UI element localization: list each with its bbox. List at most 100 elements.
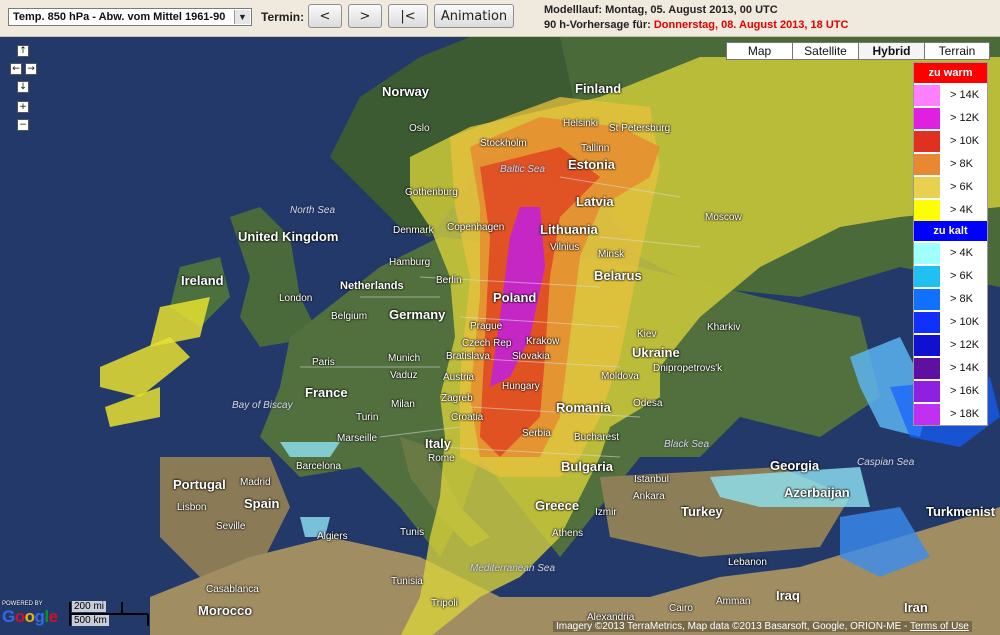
label-moldova: Moldova — [601, 371, 639, 382]
zoom-in-button[interactable]: + — [17, 101, 29, 113]
google-logo-letter: o — [24, 607, 35, 626]
legend-swatch — [914, 357, 940, 379]
map-type-map[interactable]: Map — [726, 42, 793, 60]
label-spain: Spain — [244, 496, 280, 511]
map-type-satellite[interactable]: Satellite — [792, 42, 859, 60]
label-athens: Athens — [552, 528, 584, 539]
label-denmark: Denmark — [393, 225, 434, 236]
label-bucharest: Bucharest — [574, 432, 620, 443]
map-type-terrain[interactable]: Terrain — [924, 42, 990, 60]
legend-row-warm: > 10K — [914, 129, 987, 152]
forecast-prefix: 90 h-Vorhersage für: — [544, 19, 651, 31]
label-hungary: Hungary — [502, 381, 540, 392]
google-logo-letter: e — [48, 607, 58, 626]
legend-row-cold: > 8K — [914, 287, 987, 310]
label-minsk: Minsk — [598, 249, 625, 260]
label-georgia: Georgia — [770, 458, 820, 473]
label-paris: Paris — [312, 357, 335, 368]
label-stockholm: Stockholm — [480, 138, 527, 149]
label-milan: Milan — [391, 399, 415, 410]
legend-swatch — [914, 176, 940, 198]
label-ukraine: Ukraine — [632, 345, 680, 360]
label-tunis: Tunis — [400, 527, 425, 538]
label-belarus: Belarus — [594, 268, 642, 283]
label-france: France — [305, 385, 348, 400]
label-netherlands: Netherlands — [340, 280, 404, 292]
label-caspian-sea: Caspian Sea — [857, 457, 915, 468]
legend-label: > 6K — [950, 181, 973, 193]
label-copenhagen: Copenhagen — [447, 222, 505, 233]
legend-row-warm: > 4K — [914, 198, 987, 221]
label-odesa: Odesa — [633, 398, 663, 409]
legend-row-warm: > 12K — [914, 106, 987, 129]
toolbar: Temp. 850 hPa - Abw. vom Mittel 1961-90 … — [0, 0, 1000, 37]
label-dnipropetrovsk: Dnipropetrovs'k — [653, 363, 723, 374]
arrow-up-icon[interactable]: ↑ — [17, 45, 29, 57]
map-type-hybrid[interactable]: Hybrid — [858, 42, 925, 60]
scale-miles: 200 mi — [72, 601, 107, 612]
legend-row-cold: > 16K — [914, 379, 987, 402]
label-turkey: Turkey — [681, 504, 723, 519]
label-lisbon: Lisbon — [177, 502, 207, 513]
legend-swatch — [914, 265, 940, 287]
next-button[interactable]: > — [348, 4, 382, 28]
animation-button[interactable]: Animation — [434, 4, 514, 28]
label-azerbaijan: Azerbaijan — [784, 485, 850, 500]
label-tunisia: Tunisia — [391, 576, 423, 587]
label-ankara: Ankara — [633, 491, 665, 502]
label-bulgaria: Bulgaria — [561, 459, 614, 474]
legend-row-warm: > 14K — [914, 83, 987, 106]
label-croatia: Croatia — [451, 412, 484, 423]
label-london: London — [279, 293, 313, 304]
label-austria: Austria — [443, 372, 475, 383]
label-iraq: Iraq — [776, 588, 800, 603]
map-base — [0, 37, 1000, 635]
label-marseille: Marseille — [337, 433, 378, 444]
label-ireland: Ireland — [181, 273, 224, 288]
chevron-down-icon[interactable]: ▼ — [234, 10, 250, 24]
label-latvia: Latvia — [576, 194, 614, 209]
legend-warm-title: zu warm — [914, 63, 987, 83]
legend-label: > 8K — [950, 293, 973, 305]
legend-row-warm: > 6K — [914, 175, 987, 198]
terms-of-use-link[interactable]: Terms of Use — [910, 621, 969, 632]
legend-label: > 12K — [950, 112, 980, 124]
label-barcelona: Barcelona — [296, 461, 342, 472]
legend-swatch — [914, 107, 940, 129]
legend-row-cold: > 6K — [914, 264, 987, 287]
field-select-value: Temp. 850 hPa - Abw. vom Mittel 1961-90 — [13, 11, 226, 23]
map-scale: 200 mi 500 km — [68, 600, 150, 628]
legend-swatch — [914, 311, 940, 333]
legend-label: > 10K — [950, 316, 980, 328]
map-view[interactable]: Norway Finland Oslo Helsinki St Petersbu… — [0, 37, 1000, 635]
google-logo-letter: g — [34, 607, 45, 626]
arrow-left-icon[interactable]: ← — [10, 63, 22, 75]
legend-cold-title: zu kalt — [914, 221, 987, 241]
first-button[interactable]: |< — [388, 4, 428, 28]
label-bay-of-biscay: Bay of Biscay — [232, 400, 293, 411]
field-select[interactable]: Temp. 850 hPa - Abw. vom Mittel 1961-90 … — [8, 8, 252, 26]
legend-row-cold: > 18K — [914, 402, 987, 425]
legend-swatch — [914, 199, 940, 221]
label-hamburg: Hamburg — [389, 257, 431, 268]
label-romania: Romania — [556, 400, 611, 415]
legend-label: > 14K — [950, 362, 980, 374]
label-oslo: Oslo — [409, 123, 430, 134]
label-serbia: Serbia — [522, 428, 551, 439]
arrow-right-icon[interactable]: → — [25, 63, 37, 75]
label-czech-rep: Czech Rep — [462, 338, 512, 349]
map-type-control: Map Satellite Hybrid Terrain — [726, 42, 990, 60]
forecast-text: 90 h-Vorhersage für: Donnerstag, 08. Aug… — [544, 19, 848, 31]
label-tallinn: Tallinn — [581, 143, 610, 154]
label-finland: Finland — [575, 81, 622, 96]
label-kiev: Kiev — [637, 329, 657, 340]
arrow-down-icon[interactable]: ↓ — [17, 81, 29, 93]
label-turin: Turin — [356, 412, 379, 423]
google-logo-letter: G — [2, 607, 15, 626]
zoom-out-button[interactable]: − — [17, 119, 29, 131]
label-madrid: Madrid — [240, 477, 271, 488]
label-baltic-sea: Baltic Sea — [500, 164, 546, 175]
prev-button[interactable]: < — [308, 4, 342, 28]
modelllauf-text: Modelllauf: Montag, 05. August 2013, 00 … — [544, 4, 778, 16]
legend-label: > 16K — [950, 385, 980, 397]
